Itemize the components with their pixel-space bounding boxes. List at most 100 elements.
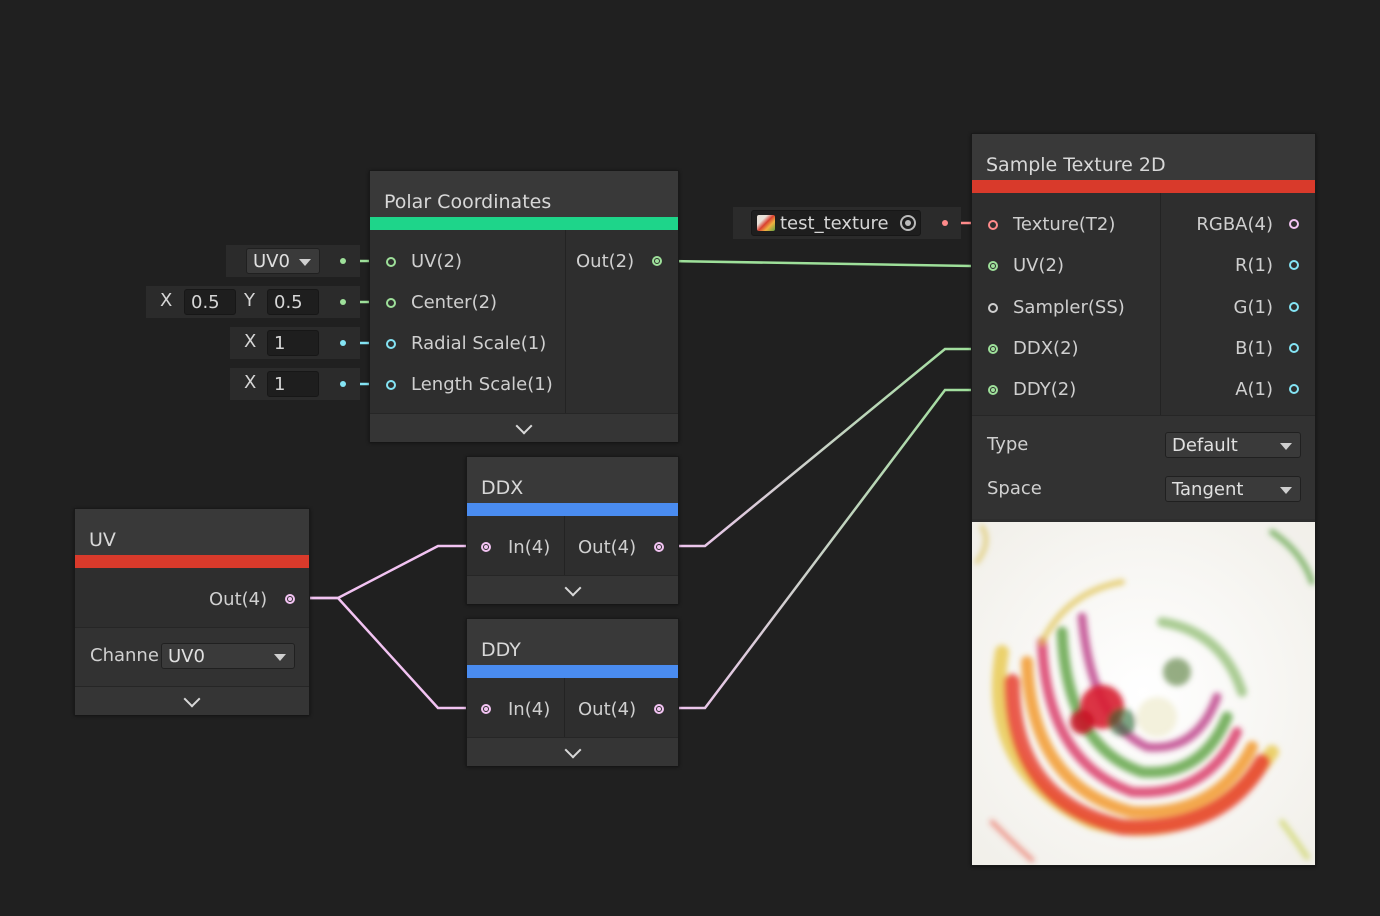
port-label: R(1) [1234,255,1273,276]
port-ring-icon[interactable] [654,542,664,552]
output-b[interactable]: B(1) [1181,337,1301,361]
category-bar [972,180,1315,193]
port-label: Out(2) [576,251,635,272]
output-out[interactable]: Out(2) [576,250,664,274]
output-out[interactable]: Out(4) [578,698,666,722]
output-g[interactable]: G(1) [1181,296,1301,320]
wire-ddy-to-sample-ddy [668,388,972,710]
port-ring-icon[interactable] [988,303,998,313]
uv-channel-value: UV0 [253,251,290,272]
input-texture[interactable]: Texture(T2) [986,213,1115,237]
node-title: Sample Texture 2D [972,134,1315,180]
port-label: Out(4) [578,537,637,558]
radial-inline-field: X 1 [230,327,360,359]
texture-thumbnail-icon [757,215,775,231]
length-field-dot [340,381,346,387]
port-ring-icon[interactable] [386,339,396,349]
port-ring-icon[interactable] [1289,302,1299,312]
port-ring-icon[interactable] [988,220,998,230]
expand-button[interactable] [467,737,678,766]
port-ring-icon[interactable] [285,594,295,604]
port-ring-icon[interactable] [1289,343,1299,353]
texture-object-field[interactable]: test_texture [751,210,921,236]
port-ring-icon[interactable] [386,257,396,267]
uv-channel-dropdown[interactable]: UV0 [246,248,320,274]
ports-area: In(4) Out(4) [467,678,678,737]
sample-texture-2d-node[interactable]: Sample Texture 2D Texture(T2) UV(2) Samp… [971,133,1316,866]
expand-button[interactable] [75,686,309,715]
port-ring-icon[interactable] [481,542,491,552]
length-inline-field: X 1 [230,368,360,400]
input-uv[interactable]: UV(2) [986,254,1064,278]
column-divider [564,516,565,575]
output-out[interactable]: Out(4) [578,536,666,560]
port-ring-icon[interactable] [652,256,662,266]
type-dropdown[interactable]: Default [1165,432,1301,458]
ports-area: Texture(T2) UV(2) Sampler(SS) DDX(2) DDY… [972,193,1315,415]
chevron-down-icon [564,741,581,758]
space-row: Space Tangent [972,468,1315,512]
ddx-node[interactable]: DDX In(4) Out(4) [466,456,679,604]
ports-area: UV(2) Center(2) Radial Scale(1) Length S… [370,230,678,413]
output-rgba[interactable]: RGBA(4) [1181,213,1301,237]
category-bar [370,217,678,230]
input-in[interactable]: In(4) [479,698,550,722]
category-bar [467,503,678,516]
port-ring-icon[interactable] [386,380,396,390]
expand-button[interactable] [467,575,678,604]
output-a[interactable]: A(1) [1181,378,1301,402]
length-x-input[interactable]: 1 [267,371,319,397]
port-ring-icon[interactable] [988,261,998,271]
input-sampler[interactable]: Sampler(SS) [986,296,1125,320]
port-label: In(4) [508,699,551,720]
input-ddy[interactable]: DDY(2) [986,378,1076,402]
chevron-down-icon [1280,443,1292,450]
input-in[interactable]: In(4) [479,536,550,560]
wire-uv-to-ddy [298,596,478,710]
length-x-label: X [244,372,257,393]
port-ring-icon[interactable] [1289,260,1299,270]
uv-node[interactable]: UV Out(4) Channe UV0 [74,508,310,715]
output-out[interactable]: Out(4) [209,588,297,612]
texture-name: test_texture [780,213,889,234]
port-label: In(4) [508,537,551,558]
node-title: DDX [467,457,678,503]
port-label: DDX(2) [1013,338,1079,359]
input-length-scale[interactable]: Length Scale(1) [384,373,553,397]
port-ring-icon[interactable] [988,385,998,395]
port-ring-icon[interactable] [654,704,664,714]
type-label: Type [987,434,1029,455]
port-ring-icon[interactable] [1289,384,1299,394]
channel-dropdown[interactable]: UV0 [161,643,295,669]
texture-inline-field: test_texture [733,207,961,239]
category-bar [467,665,678,678]
port-ring-icon[interactable] [481,704,491,714]
expand-button[interactable] [370,413,678,442]
column-divider [1160,193,1161,415]
port-label: Texture(T2) [1013,214,1116,235]
center-x-input[interactable]: 0.5 [184,289,236,315]
column-divider [565,230,566,413]
input-ddx[interactable]: DDX(2) [986,337,1079,361]
space-dropdown[interactable]: Tangent [1165,476,1301,502]
input-uv[interactable]: UV(2) [384,250,462,274]
input-center[interactable]: Center(2) [384,291,497,315]
chevron-down-icon [299,259,311,266]
port-ring-icon[interactable] [988,344,998,354]
ddy-node[interactable]: DDY In(4) Out(4) [466,618,679,766]
column-divider [564,678,565,737]
port-ring-icon[interactable] [386,298,396,308]
port-label: Sampler(SS) [1013,297,1125,318]
input-radial-scale[interactable]: Radial Scale(1) [384,332,546,356]
center-y-input[interactable]: 0.5 [267,289,319,315]
object-picker-icon[interactable] [900,215,916,231]
radial-x-input[interactable]: 1 [267,330,319,356]
port-label: UV(2) [411,251,462,272]
channel-value: UV0 [168,646,205,667]
texture-field-dot [942,220,948,226]
port-label: Radial Scale(1) [411,333,547,354]
output-r[interactable]: R(1) [1181,254,1301,278]
polar-coordinates-node[interactable]: Polar Coordinates UV(2) Center(2) Radial… [369,170,679,442]
port-label: Out(4) [209,589,268,610]
port-ring-icon[interactable] [1289,219,1299,229]
